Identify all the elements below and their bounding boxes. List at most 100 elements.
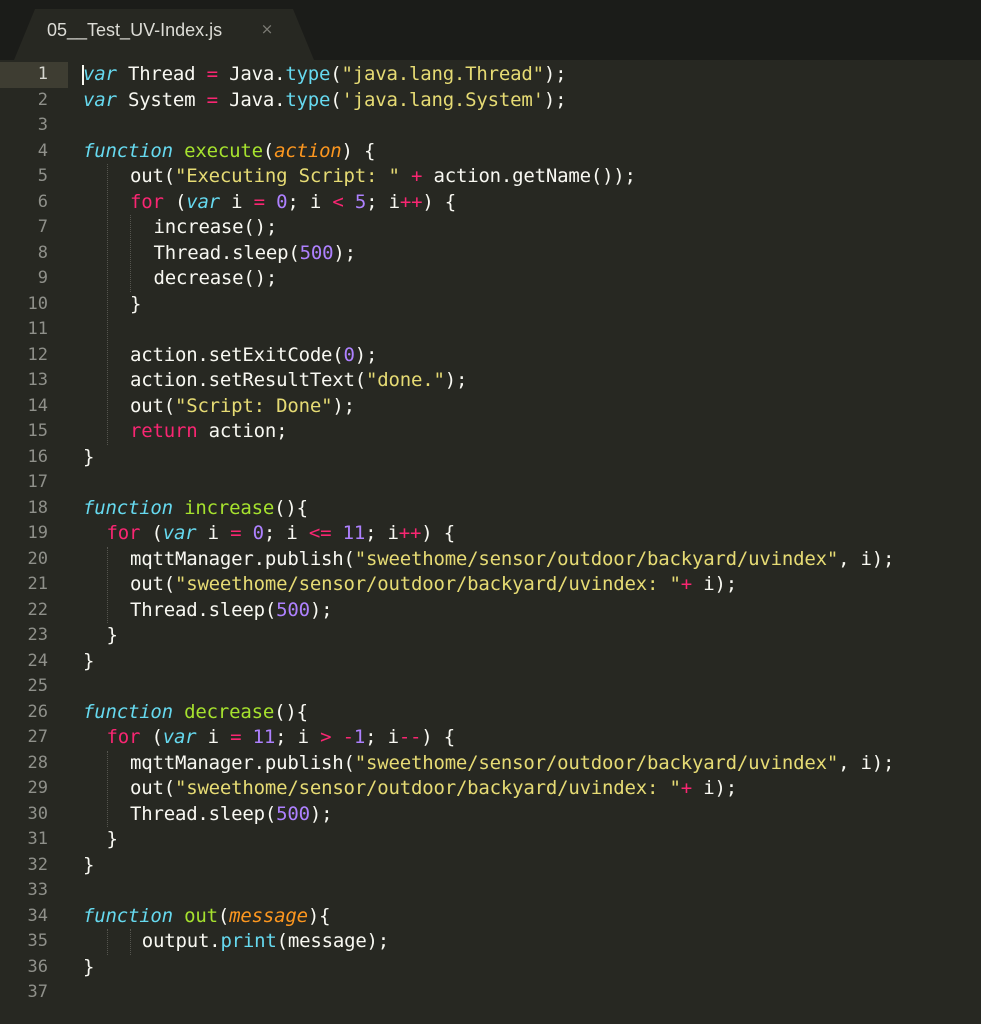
tab-title[interactable]: 05__Test_UV-Index.js bbox=[47, 20, 222, 41]
code-text: var Thread = Java.type("java.lang.Thread… bbox=[83, 62, 567, 88]
code-token: , i); bbox=[838, 751, 895, 774]
code-line[interactable]: 11 bbox=[0, 317, 981, 343]
code-text: var System = Java.type('java.lang.System… bbox=[83, 88, 567, 114]
code-token: return bbox=[130, 420, 198, 442]
code-line[interactable]: 13 action.setResultText("done."); bbox=[0, 368, 981, 394]
code-token: } bbox=[83, 649, 95, 672]
code-token: ){ bbox=[307, 904, 331, 927]
code-token: message bbox=[229, 904, 308, 927]
code-line[interactable]: 35 output.print(message); bbox=[0, 929, 981, 955]
code-token: ; i bbox=[287, 190, 333, 213]
code-line[interactable]: 16} bbox=[0, 445, 981, 471]
code-line[interactable]: 7 increase(); bbox=[0, 215, 981, 241]
code-line[interactable]: 31} bbox=[0, 827, 981, 853]
code-line[interactable]: 8 Thread.sleep(500); bbox=[0, 241, 981, 267]
line-number: 13 bbox=[27, 370, 48, 390]
code-line[interactable]: 37 bbox=[0, 980, 981, 1006]
code-line[interactable]: 1 var Thread = Java.type("java.lang.Threa… bbox=[0, 62, 981, 88]
line-number: 37 bbox=[27, 982, 48, 1002]
code-line[interactable]: 3 bbox=[0, 113, 981, 139]
code-token: ; i bbox=[263, 522, 309, 544]
line-number: 32 bbox=[27, 854, 48, 875]
code-token: "done." bbox=[366, 369, 445, 391]
code-token: out( bbox=[130, 394, 175, 417]
line-number: 33 bbox=[27, 880, 48, 900]
code-editor[interactable]: 05__Test_UV-Index.js × 1 var Thread = Jav… bbox=[0, 0, 981, 1024]
code-token: for bbox=[130, 190, 164, 213]
line-number: 28 bbox=[27, 752, 48, 773]
code-token: "sweethome/sensor/outdoor/backyard/uvind… bbox=[354, 547, 839, 570]
code-token: ( bbox=[217, 904, 230, 927]
line-number: 19 bbox=[27, 523, 48, 543]
code-token: i); bbox=[691, 777, 737, 799]
line-number: 23 bbox=[27, 625, 48, 645]
line-number: 6 bbox=[37, 191, 48, 212]
code-line[interactable]: 21 out("sweethome/sensor/outdoor/backyard… bbox=[0, 572, 981, 598]
code-token: ( bbox=[163, 190, 187, 213]
code-token: ); bbox=[354, 343, 378, 366]
code-token: decrease bbox=[184, 700, 275, 723]
code-text: out("sweethome/sensor/outdoor/backyard/u… bbox=[130, 776, 737, 802]
code-token: ; i bbox=[365, 726, 399, 748]
code-token: ); bbox=[309, 598, 333, 621]
code-token: out( bbox=[130, 165, 175, 187]
code-token: , i); bbox=[838, 547, 895, 570]
code-token: ) { bbox=[421, 726, 456, 748]
code-text: output.print(message); bbox=[142, 929, 389, 955]
code-line[interactable]: 36} bbox=[0, 955, 981, 981]
code-token: action.getName()); bbox=[422, 165, 636, 187]
code-line[interactable]: 25 bbox=[0, 674, 981, 700]
code-line[interactable]: 29 out("sweethome/sensor/outdoor/backyard… bbox=[0, 776, 981, 802]
code-line[interactable]: 9 decrease(); bbox=[0, 266, 981, 292]
code-token: ) { bbox=[341, 139, 376, 162]
code-line[interactable]: 6 for (var i = 0; i < 5; i++) { bbox=[0, 190, 981, 216]
code-line[interactable]: 32} bbox=[0, 853, 981, 879]
code-line[interactable]: 18 function increase(){ bbox=[0, 496, 981, 522]
line-number: 2 bbox=[37, 89, 48, 110]
code-line[interactable]: 30 Thread.sleep(500); bbox=[0, 802, 981, 828]
code-line[interactable]: 5 out("Executing Script: " + action.getNa… bbox=[0, 164, 981, 190]
code-line[interactable]: 22 Thread.sleep(500); bbox=[0, 598, 981, 624]
code-text: mqttManager.publish("sweethome/sensor/ou… bbox=[130, 547, 894, 573]
code-line[interactable]: 27 for (var i = 11; i > -1; i--) { bbox=[0, 725, 981, 751]
code-token: "sweethome/sensor/outdoor/backyard/uvind… bbox=[174, 573, 681, 595]
code-text: out("sweethome/sensor/outdoor/backyard/u… bbox=[130, 572, 737, 598]
code-line[interactable]: 26 function decrease(){ bbox=[0, 700, 981, 726]
code-text: Thread.sleep(500); bbox=[130, 598, 333, 624]
line-number: 24 bbox=[27, 650, 48, 671]
code-text: for (var i = 0; i < 5; i++) { bbox=[130, 190, 456, 216]
code-token: "sweethome/sensor/outdoor/backyard/uvind… bbox=[354, 751, 839, 774]
code-line[interactable]: 2 var System = Java.type('java.lang.Syste… bbox=[0, 88, 981, 114]
code-token: action; bbox=[197, 420, 288, 442]
code-line[interactable]: 17 bbox=[0, 470, 981, 496]
code-token: i bbox=[196, 522, 231, 544]
code-line[interactable]: 12 action.setExitCode(0); bbox=[0, 343, 981, 369]
code-token: 1 bbox=[353, 726, 366, 748]
code-token: } bbox=[83, 955, 95, 978]
code-token: var bbox=[83, 63, 117, 85]
code-line[interactable]: 20 mqttManager.publish("sweethome/sensor/… bbox=[0, 547, 981, 573]
line-number: 31 bbox=[27, 829, 48, 849]
code-line[interactable]: 23} bbox=[0, 623, 981, 649]
code-line[interactable]: 10} bbox=[0, 292, 981, 318]
line-number: 26 bbox=[27, 701, 48, 722]
code-area[interactable]: 1 var Thread = Java.type("java.lang.Threa… bbox=[0, 62, 981, 1006]
code-token: > bbox=[320, 726, 332, 748]
code-line[interactable]: 34 function out(message){ bbox=[0, 904, 981, 930]
code-token: ( bbox=[140, 522, 163, 544]
line-number: 30 bbox=[27, 803, 48, 824]
code-line[interactable]: 24} bbox=[0, 649, 981, 675]
code-text: out("Script: Done"); bbox=[130, 394, 355, 420]
code-line[interactable]: 28 mqttManager.publish("sweethome/sensor/… bbox=[0, 751, 981, 777]
code-text: } bbox=[107, 623, 118, 649]
code-token: 11 bbox=[342, 522, 366, 544]
code-line[interactable]: 14 out("Script: Done"); bbox=[0, 394, 981, 420]
code-line[interactable]: 15 return action; bbox=[0, 419, 981, 445]
code-line[interactable]: 33 bbox=[0, 878, 981, 904]
code-line[interactable]: 19 for (var i = 0; i <= 11; i++) { bbox=[0, 521, 981, 547]
code-line[interactable]: 4 function execute(action) { bbox=[0, 139, 981, 165]
close-icon[interactable]: × bbox=[258, 18, 276, 40]
